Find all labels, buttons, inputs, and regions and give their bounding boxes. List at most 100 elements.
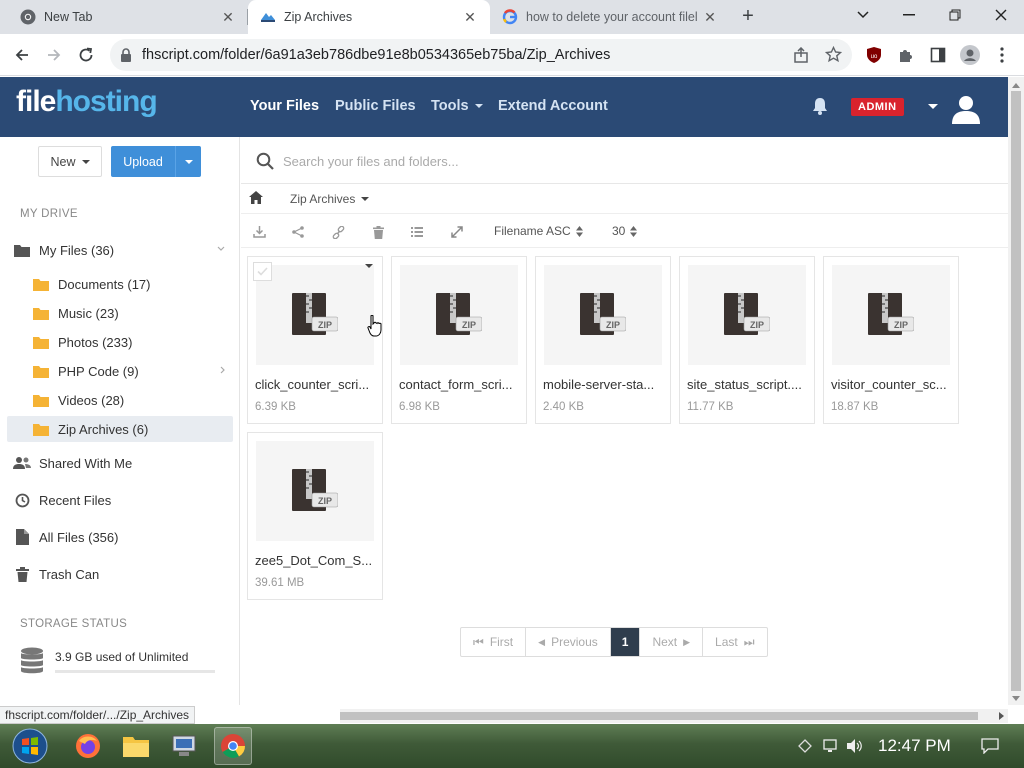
file-name[interactable]: click_counter_scri... bbox=[255, 377, 379, 392]
fullscreen-icon[interactable] bbox=[449, 224, 465, 240]
chevron-right-icon[interactable] bbox=[220, 366, 225, 374]
sidebar-item-photos[interactable]: Photos (233) bbox=[32, 329, 233, 355]
per-page-select[interactable]: 30 bbox=[612, 224, 638, 238]
file-card[interactable]: ZIP visitor_counter_sc... 18.87 KB bbox=[823, 256, 959, 424]
sidebar-item-php-code[interactable]: PHP Code (9) bbox=[32, 358, 233, 384]
file-thumbnail[interactable]: ZIP bbox=[688, 265, 806, 365]
svg-text:ZIP: ZIP bbox=[462, 320, 476, 330]
file-name[interactable]: mobile-server-sta... bbox=[543, 377, 667, 392]
url-text[interactable]: fhscript.com/folder/6a91a3eb786dbe91e8b0… bbox=[142, 47, 610, 63]
site-logo[interactable]: filehosting bbox=[16, 85, 158, 119]
file-thumbnail[interactable]: ZIP bbox=[832, 265, 950, 365]
file-card[interactable]: ZIP zee5_Dot_Com_S... 39.61 MB bbox=[247, 432, 383, 600]
sidebar-item-my-files[interactable]: My Files (36) bbox=[13, 237, 233, 263]
firefox-icon[interactable] bbox=[69, 727, 107, 765]
profile-icon[interactable] bbox=[959, 44, 981, 66]
share-icon[interactable] bbox=[793, 47, 809, 63]
browser-menu-icon[interactable] bbox=[991, 44, 1013, 66]
sidebar-item-videos[interactable]: Videos (28) bbox=[32, 387, 233, 413]
forward-button[interactable] bbox=[42, 43, 66, 67]
share-icon[interactable] bbox=[290, 224, 306, 240]
chrome-taskbar-icon[interactable] bbox=[214, 727, 252, 765]
nav-tools[interactable]: Tools bbox=[431, 98, 483, 114]
file-name[interactable]: visitor_counter_sc... bbox=[831, 377, 955, 392]
pager-last-button[interactable]: Last ⏭ bbox=[703, 628, 767, 656]
pager-next-button[interactable]: Next ▶ bbox=[640, 628, 704, 656]
tab-google-search[interactable]: how to delete your account filel ✕ bbox=[490, 0, 730, 34]
folder-icon bbox=[32, 394, 50, 407]
sidebar-item-zip-archives[interactable]: Zip Archives (6) bbox=[7, 416, 233, 442]
nav-public-files[interactable]: Public Files bbox=[335, 98, 416, 114]
file-thumbnail[interactable]: ZIP bbox=[256, 265, 374, 365]
tab-search-icon[interactable] bbox=[849, 4, 877, 26]
file-name[interactable]: site_status_script.... bbox=[687, 377, 811, 392]
upload-dropdown-icon[interactable] bbox=[175, 146, 201, 177]
horizontal-scrollbar[interactable] bbox=[340, 709, 1008, 723]
network-app-icon[interactable] bbox=[165, 727, 203, 765]
account-dropdown-icon[interactable] bbox=[928, 104, 938, 109]
file-thumbnail[interactable]: ZIP bbox=[544, 265, 662, 365]
link-icon[interactable] bbox=[330, 224, 346, 240]
restore-button[interactable] bbox=[941, 4, 969, 26]
admin-badge[interactable]: ADMIN bbox=[851, 98, 904, 116]
nav-extend-account[interactable]: Extend Account bbox=[498, 98, 608, 114]
file-menu-caret-icon[interactable] bbox=[365, 264, 373, 283]
new-tab-button[interactable]: + bbox=[737, 5, 759, 27]
reload-button[interactable] bbox=[74, 43, 98, 67]
sidebar-item-music[interactable]: Music (23) bbox=[32, 300, 233, 326]
file-card[interactable]: ZIP click_counter_scri... 6.39 KB bbox=[247, 256, 383, 424]
ublock-icon[interactable]: uo bbox=[863, 44, 885, 66]
user-avatar[interactable] bbox=[950, 92, 982, 124]
list-view-icon[interactable] bbox=[409, 224, 425, 240]
file-card[interactable]: ZIP contact_form_scri... 6.98 KB bbox=[391, 256, 527, 424]
vertical-scrollbar[interactable] bbox=[1008, 77, 1024, 705]
new-button[interactable]: New bbox=[38, 146, 102, 177]
taskbar-clock[interactable]: 12:47 PM bbox=[878, 736, 951, 756]
back-button[interactable] bbox=[10, 43, 34, 67]
pager-previous-button[interactable]: ◀ Previous bbox=[526, 628, 611, 656]
file-explorer-icon[interactable] bbox=[117, 727, 155, 765]
close-tab-icon[interactable]: ✕ bbox=[702, 9, 718, 25]
file-thumbnail[interactable]: ZIP bbox=[400, 265, 518, 365]
close-tab-icon[interactable]: ✕ bbox=[220, 9, 236, 25]
extensions-puzzle-icon[interactable] bbox=[895, 44, 917, 66]
sidebar-item-recent-files[interactable]: Recent Files bbox=[13, 487, 233, 513]
volume-icon[interactable] bbox=[846, 737, 864, 755]
download-icon[interactable] bbox=[251, 224, 267, 240]
nav-your-files[interactable]: Your Files bbox=[250, 98, 319, 114]
tab-zip-archives[interactable]: Zip Archives ✕ bbox=[248, 0, 490, 34]
file-name[interactable]: contact_form_scri... bbox=[399, 377, 523, 392]
sidebar-item-trash-can[interactable]: Trash Can bbox=[13, 561, 233, 587]
pager-first-button[interactable]: ⏮ First bbox=[461, 628, 527, 656]
delete-icon[interactable] bbox=[370, 224, 386, 240]
pager-current-page[interactable]: 1 bbox=[610, 628, 641, 656]
network-icon[interactable] bbox=[822, 737, 840, 755]
sidebar-item-all-files[interactable]: All Files (356) bbox=[13, 524, 233, 550]
address-bar[interactable]: fhscript.com/folder/6a91a3eb786dbe91e8b0… bbox=[110, 39, 852, 71]
sidebar-item-shared-with-me[interactable]: Shared With Me bbox=[13, 450, 233, 476]
sort-order-select[interactable]: Filename ASC bbox=[494, 224, 583, 238]
breadcrumb-current-folder[interactable]: Zip Archives bbox=[290, 192, 370, 206]
close-window-button[interactable] bbox=[987, 4, 1015, 26]
start-button[interactable] bbox=[10, 727, 50, 765]
close-tab-icon[interactable]: ✕ bbox=[462, 9, 478, 25]
file-card[interactable]: ZIP site_status_script.... 11.77 KB bbox=[679, 256, 815, 424]
minimize-button[interactable] bbox=[895, 4, 923, 26]
home-icon[interactable] bbox=[249, 191, 263, 204]
lock-icon[interactable] bbox=[120, 48, 132, 62]
chevron-down-icon[interactable] bbox=[217, 246, 225, 251]
search-icon[interactable] bbox=[256, 152, 274, 170]
file-thumbnail[interactable]: ZIP bbox=[256, 441, 374, 541]
bookmark-star-icon[interactable] bbox=[825, 46, 842, 63]
tab-new-tab[interactable]: New Tab ✕ bbox=[8, 0, 248, 34]
file-card[interactable]: ZIP mobile-server-sta... 2.40 KB bbox=[535, 256, 671, 424]
file-name[interactable]: zee5_Dot_Com_S... bbox=[255, 553, 379, 568]
upload-button[interactable]: Upload bbox=[111, 146, 201, 177]
select-checkbox[interactable] bbox=[253, 262, 272, 281]
notification-bell-icon[interactable] bbox=[810, 96, 830, 116]
side-panel-icon[interactable] bbox=[927, 44, 949, 66]
search-input[interactable] bbox=[283, 150, 783, 172]
action-center-icon[interactable] bbox=[981, 737, 999, 755]
sidebar-item-documents[interactable]: Documents (17) bbox=[32, 271, 233, 297]
tray-diamond-icon[interactable] bbox=[796, 737, 814, 755]
